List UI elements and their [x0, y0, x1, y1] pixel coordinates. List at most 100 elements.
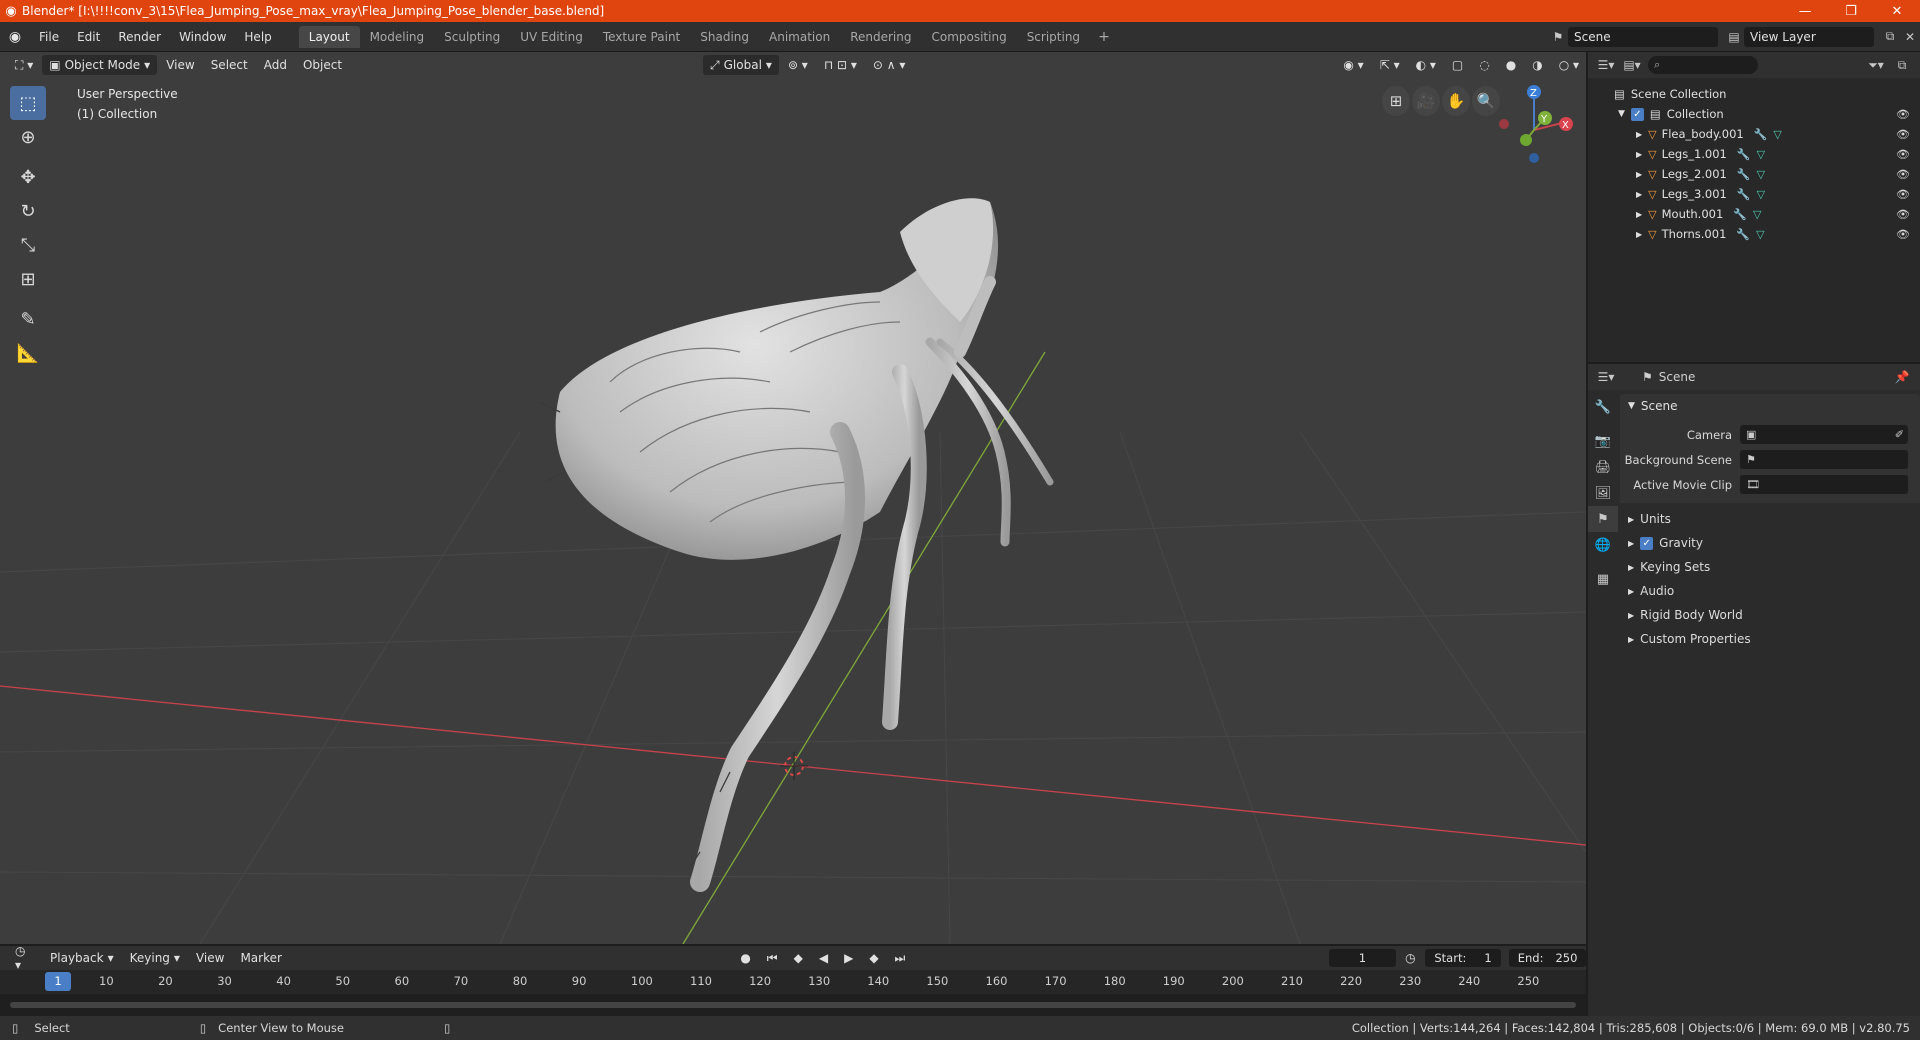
collection-expand-icon[interactable]: ▼	[1618, 109, 1625, 119]
add-workspace-button[interactable]: +	[1090, 29, 1118, 45]
clock-icon[interactable]: ◷	[1398, 948, 1422, 968]
eyedropper-icon[interactable]: ✐	[1895, 428, 1904, 441]
menu-window[interactable]: Window	[170, 26, 235, 48]
snap-icon[interactable]: ⊓ ⊡ ▾	[817, 55, 864, 75]
annotate-tool-icon[interactable]: ✎	[10, 302, 46, 336]
cursor-tool-icon[interactable]: ⊕	[10, 120, 46, 154]
list-item[interactable]: ▶ ▽ Legs_2.001 🔧 ▽ 👁	[1588, 164, 1920, 184]
mesh-icon[interactable]: ▽	[1757, 168, 1765, 181]
menu-keying[interactable]: Keying ▾	[123, 948, 187, 968]
list-item[interactable]: ▶ ▽ Thorns.001 🔧 ▽ 👁	[1588, 224, 1920, 244]
expand-icon[interactable]: ▶	[1636, 210, 1642, 219]
editor-type-button[interactable]: ⛶ ▾	[8, 55, 40, 75]
menu-timeline-view[interactable]: View	[189, 948, 231, 968]
collection-checkbox[interactable]: ✓	[1630, 107, 1644, 121]
menu-marker[interactable]: Marker	[233, 948, 288, 968]
tab-compositing[interactable]: Compositing	[921, 26, 1016, 48]
scale-tool-icon[interactable]: ⤡	[10, 228, 46, 262]
mesh-icon[interactable]: ▽	[1756, 228, 1764, 241]
mesh-icon[interactable]: ▽	[1773, 128, 1781, 141]
audio-panel[interactable]: ▶ Audio	[1620, 579, 1920, 603]
menu-file[interactable]: File	[30, 26, 68, 48]
eye-icon[interactable]: 👁	[1896, 228, 1910, 241]
zoom-view-icon[interactable]: 🔍	[1472, 86, 1500, 116]
keying-sets-panel[interactable]: ▶ Keying Sets	[1620, 555, 1920, 579]
timeline-editor-type-icon[interactable]: ◷ ▾	[8, 944, 41, 972]
mesh-icon[interactable]: ▽	[1753, 208, 1761, 221]
tab-uv-editing[interactable]: UV Editing	[510, 26, 593, 48]
list-item[interactable]: ▶ ▽ Legs_3.001 🔧 ▽ 👁	[1588, 184, 1920, 204]
view-layer-tab-icon[interactable]: 🖼	[1588, 480, 1618, 506]
record-icon[interactable]: ●	[733, 948, 757, 968]
jump-start-icon[interactable]: ⏮	[760, 948, 785, 968]
shading-rendered-icon[interactable]: ○ ▾	[1552, 55, 1586, 75]
jump-end-icon[interactable]: ⏭	[888, 948, 913, 968]
timeline-scrollbar[interactable]	[10, 1002, 1576, 1008]
tab-rendering[interactable]: Rendering	[840, 26, 921, 48]
tab-modeling[interactable]: Modeling	[360, 26, 435, 48]
camera-field[interactable]: ▣ ✐	[1740, 425, 1908, 444]
menu-select[interactable]: Select	[204, 55, 255, 75]
mesh-icon[interactable]: ▽	[1757, 148, 1765, 161]
timeline-ruler[interactable]: 1 10 20 30 40 50 60 70 80 90 100 110 120 130 140 150 16…	[0, 970, 1586, 994]
list-item[interactable]: ▶ ▽ Legs_1.001 🔧 ▽ 👁	[1588, 144, 1920, 164]
menu-playback[interactable]: Playback ▾	[43, 948, 121, 968]
end-frame-field[interactable]: End: 250	[1509, 949, 1586, 967]
active-movie-clip-field[interactable]: 🎞	[1740, 475, 1908, 494]
shading-material-icon[interactable]: ◑	[1525, 55, 1549, 75]
list-item[interactable]: ▶ ▽ Mouth.001 🔧 ▽ 👁	[1588, 204, 1920, 224]
restore-button[interactable]: ❐	[1828, 0, 1874, 22]
rigid-body-world-panel[interactable]: ▶ Rigid Body World	[1620, 603, 1920, 627]
camera-view-icon[interactable]: 🎥	[1412, 86, 1440, 116]
list-item[interactable]: ▶ ▽ Flea_body.001 🔧 ▽ 👁	[1588, 124, 1920, 144]
expand-icon[interactable]: ▶	[1636, 130, 1642, 139]
modifier-icon[interactable]: 🔧	[1737, 188, 1751, 201]
eye-icon[interactable]: 👁	[1896, 208, 1910, 221]
menu-add[interactable]: Add	[257, 55, 294, 75]
transform-tool-icon[interactable]: ⊞	[10, 262, 46, 296]
timeline-area[interactable]	[0, 994, 1586, 1016]
remove-view-layer-icon[interactable]: ✕	[1900, 27, 1920, 47]
scene-tab-icon[interactable]: ⚑	[1588, 506, 1618, 532]
outliner-search-input[interactable]: ⌕	[1648, 56, 1758, 74]
menu-object[interactable]: Object	[296, 55, 349, 75]
expand-icon[interactable]: ▶	[1636, 170, 1642, 179]
tab-sculpting[interactable]: Sculpting	[434, 26, 510, 48]
xray-icon[interactable]: ▢	[1445, 55, 1470, 75]
shading-wireframe-icon[interactable]: ◌	[1472, 55, 1496, 75]
measure-tool-icon[interactable]: 📐	[10, 336, 46, 370]
tab-scripting[interactable]: Scripting	[1017, 26, 1090, 48]
tool-tab-icon[interactable]: 🔧	[1588, 394, 1618, 420]
eye-icon[interactable]: 👁	[1896, 168, 1910, 181]
next-keyframe-icon[interactable]: ◆	[862, 948, 885, 968]
tab-texture-paint[interactable]: Texture Paint	[593, 26, 690, 48]
blender-menu-icon[interactable]: ◉	[0, 29, 30, 45]
tab-layout[interactable]: Layout	[298, 25, 360, 48]
modifier-icon[interactable]: 🔧	[1737, 168, 1751, 181]
overlays-icon[interactable]: ◐ ▾	[1409, 55, 1443, 75]
3d-cursor[interactable]	[780, 752, 808, 780]
visibility-icon[interactable]: ◉ ▾	[1336, 55, 1370, 75]
new-collection-icon[interactable]: ⧉	[1892, 55, 1912, 75]
move-tool-icon[interactable]: ✥	[10, 160, 46, 194]
start-frame-field[interactable]: Start: 1	[1424, 949, 1502, 967]
expand-icon[interactable]: ▶	[1636, 230, 1642, 239]
current-frame-field[interactable]: 1	[1328, 949, 1397, 967]
world-tab-icon[interactable]: 🌐	[1588, 532, 1618, 558]
pivot-point-icon[interactable]: ⊚ ▾	[781, 55, 815, 75]
scene-selector[interactable]: Scene	[1568, 26, 1718, 47]
gizmo-toggle-icon[interactable]: ⇱ ▾	[1373, 55, 1407, 75]
shading-solid-icon[interactable]: ●	[1499, 55, 1523, 75]
select-box-icon[interactable]: ⬚	[10, 86, 46, 120]
frame-cursor[interactable]: 1	[45, 972, 71, 991]
view-layer-selector[interactable]: View Layer	[1744, 26, 1874, 47]
play-reverse-icon[interactable]: ◀	[812, 948, 835, 968]
scene-collection-row[interactable]: ▤ Scene Collection	[1588, 84, 1920, 104]
expand-icon[interactable]: ▶	[1636, 190, 1642, 199]
modifier-icon[interactable]: 🔧	[1754, 128, 1768, 141]
toggle-ortho-icon[interactable]: ⊞	[1382, 86, 1410, 116]
proportional-editing-icon[interactable]: ⊙ ∧ ▾	[866, 55, 913, 75]
modifier-icon[interactable]: 🔧	[1737, 148, 1751, 161]
collection-row[interactable]: ▼ ✓ ▤ Collection 👁	[1588, 104, 1920, 124]
rotate-tool-icon[interactable]: ↻	[10, 194, 46, 228]
